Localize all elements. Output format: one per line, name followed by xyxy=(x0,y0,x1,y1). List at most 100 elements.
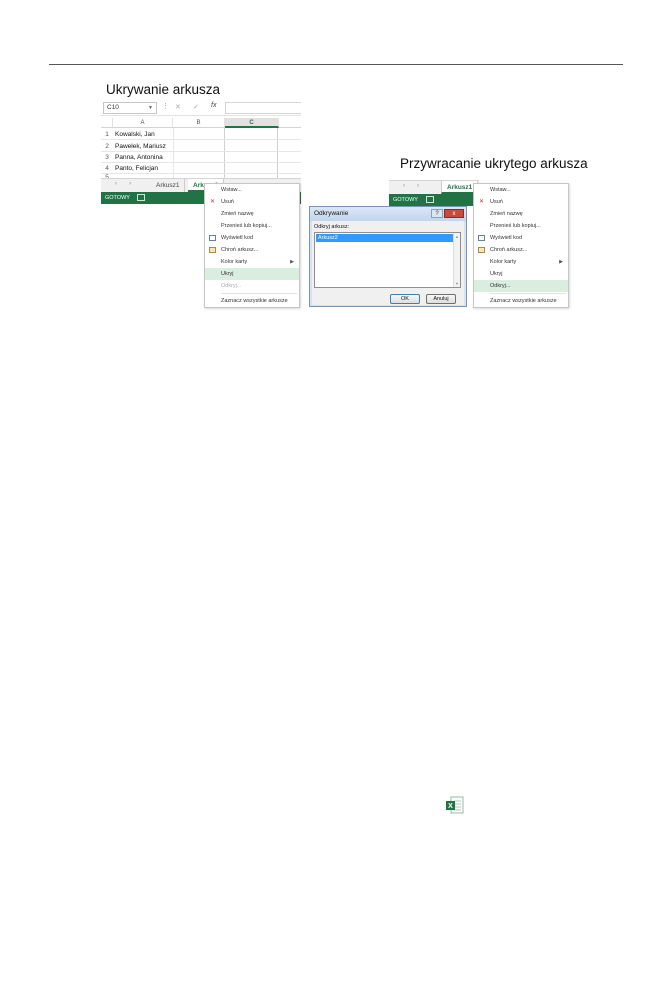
delete-sheet-icon: ✕ xyxy=(209,199,216,205)
protect-sheet-icon xyxy=(478,247,485,253)
select-all-corner[interactable] xyxy=(101,118,113,128)
scroll-right-icon[interactable]: › xyxy=(417,183,419,189)
list-scrollbar[interactable]: ▲ ▼ xyxy=(453,233,460,287)
context-menu-right: Wstaw... ✕ Usuń Zmień nazwę Przenieś lub … xyxy=(473,183,569,308)
help-button[interactable]: ? xyxy=(431,209,443,218)
scroll-right-icon[interactable]: › xyxy=(129,181,131,187)
menu-item-label: Ukryj xyxy=(490,271,503,277)
chevron-down-icon[interactable]: ▼ xyxy=(148,103,153,113)
cell-a1[interactable]: Kowalski, Jan xyxy=(115,129,155,140)
column-header-b[interactable]: B xyxy=(173,118,225,128)
cell-a3[interactable]: Panna, Antonina xyxy=(115,152,163,163)
excel-window-right: ‹ › Arkusz1 GOTOWY xyxy=(389,180,479,206)
table-row[interactable]: 3 Panna, Antonina xyxy=(101,152,301,163)
macro-record-icon[interactable] xyxy=(137,194,145,201)
menu-item-label: Ukryj xyxy=(221,271,234,277)
dialog-title: Odkrywanie xyxy=(314,210,349,217)
menu-item-insert[interactable]: Wstaw... xyxy=(205,184,299,196)
submenu-arrow-icon: ▶ xyxy=(290,259,294,265)
menu-item-move-copy[interactable]: Przenieś lub kopiuj... xyxy=(205,220,299,232)
protect-sheet-icon xyxy=(209,247,216,253)
menu-item-label: Kolor karty xyxy=(490,259,517,265)
unhide-dialog: Odkrywanie ? x Odkryj arkusz: Arkusz2 ▲ … xyxy=(309,206,467,307)
status-text: GOTOWY xyxy=(393,197,418,203)
menu-item-label: Zaznacz wszystkie arkusze xyxy=(221,298,288,304)
menu-item-label: Wstaw... xyxy=(490,187,511,193)
menu-item-select-all-sheets[interactable]: Zaznacz wszystkie arkusze xyxy=(474,295,568,307)
menu-item-move-copy[interactable]: Przenieś lub kopiuj... xyxy=(474,220,568,232)
scroll-down-icon[interactable]: ▼ xyxy=(455,281,459,286)
name-box[interactable]: C10 ▼ xyxy=(103,102,157,114)
table-row[interactable]: 4 Panto, Felicjan xyxy=(101,163,301,174)
menu-separator xyxy=(221,293,297,294)
svg-text:X: X xyxy=(448,803,453,810)
confirm-icon[interactable]: ✓ xyxy=(193,103,199,111)
heading-hiding-sheet: Ukrywanie arkusza xyxy=(106,82,221,97)
menu-item-label: Przenieś lub kopiuj... xyxy=(221,223,272,229)
status-text: GOTOWY xyxy=(105,195,130,201)
status-bar: GOTOWY xyxy=(389,194,479,206)
unhide-sheet-label: Odkryj arkusz: xyxy=(314,224,350,230)
excel-file-icon: X xyxy=(446,796,464,814)
row-number: 2 xyxy=(105,143,109,150)
view-code-icon xyxy=(478,235,485,241)
menu-item-hide[interactable]: Ukryj xyxy=(205,268,299,280)
menu-item-delete[interactable]: ✕ Usuń xyxy=(205,196,299,208)
cancel-button[interactable]: Anuluj xyxy=(426,294,456,304)
menu-item-label: Usuń xyxy=(490,199,503,205)
table-row[interactable]: 1 Kowalski, Jan xyxy=(101,129,301,140)
menu-item-label: Usuń xyxy=(221,199,234,205)
menu-item-label: Wyświetl kod xyxy=(221,235,254,241)
column-header-c[interactable]: C xyxy=(225,118,279,128)
menu-item-unhide: Odkryj... xyxy=(205,280,299,292)
menu-item-select-all-sheets[interactable]: Zaznacz wszystkie arkusze xyxy=(205,295,299,307)
formula-input[interactable] xyxy=(225,102,301,114)
scroll-up-icon[interactable]: ▲ xyxy=(455,234,459,239)
column-header-d[interactable] xyxy=(279,118,301,128)
menu-item-label: Wyświetl kod xyxy=(490,235,523,241)
cell-a4[interactable]: Panto, Felicjan xyxy=(115,163,158,174)
column-header-a[interactable]: A xyxy=(113,118,173,128)
view-code-icon xyxy=(209,235,216,241)
macro-record-icon[interactable] xyxy=(426,196,434,203)
menu-item-tab-color[interactable]: Kolor karty ▶ xyxy=(205,256,299,268)
menu-item-insert[interactable]: Wstaw... xyxy=(474,184,568,196)
menu-item-tab-color[interactable]: Kolor karty ▶ xyxy=(474,256,568,268)
scroll-left-icon[interactable]: ‹ xyxy=(403,183,405,189)
menu-item-protect-sheet[interactable]: Chroń arkusz... xyxy=(205,244,299,256)
menu-item-label: Kolor karty xyxy=(221,259,248,265)
ok-button[interactable]: OK xyxy=(390,294,420,304)
menu-item-hide[interactable]: Ukryj xyxy=(474,268,568,280)
more-icon: ⋮ xyxy=(162,103,169,110)
menu-item-label: Przenieś lub kopiuj... xyxy=(490,223,541,229)
delete-sheet-icon: ✕ xyxy=(478,199,485,205)
menu-item-label: Chroń arkusz... xyxy=(490,247,528,253)
sheet-tab-arkusz1[interactable]: Arkusz1 xyxy=(151,179,186,192)
menu-item-view-code[interactable]: Wyświetl kod xyxy=(474,232,568,244)
menu-item-label: Zaznacz wszystkie arkusze xyxy=(490,298,557,304)
menu-item-view-code[interactable]: Wyświetl kod xyxy=(205,232,299,244)
menu-item-rename[interactable]: Zmień nazwę xyxy=(205,208,299,220)
menu-item-protect-sheet[interactable]: Chroń arkusz... xyxy=(474,244,568,256)
close-button[interactable]: x xyxy=(444,209,464,218)
row-number: 1 xyxy=(105,131,109,138)
name-box-value: C10 xyxy=(107,104,119,111)
heading-restoring-sheet: Przywracanie ukrytego arkusza xyxy=(400,156,588,171)
menu-item-delete[interactable]: ✕ Usuń xyxy=(474,196,568,208)
menu-separator xyxy=(490,293,566,294)
cell-a2[interactable]: Pawełek, Mariusz xyxy=(115,141,166,152)
insert-function-icon[interactable]: fx xyxy=(211,102,216,109)
table-row[interactable]: 2 Pawełek, Mariusz xyxy=(101,141,301,152)
menu-item-unhide[interactable]: Odkryj... xyxy=(474,280,568,292)
menu-item-label: Wstaw... xyxy=(221,187,242,193)
scroll-left-icon[interactable]: ‹ xyxy=(115,181,117,187)
cancel-icon[interactable]: ✕ xyxy=(175,103,181,111)
dialog-body: Odkryj arkusz: Arkusz2 ▲ ▼ OK Anuluj xyxy=(312,221,464,305)
formula-bar: C10 ▼ ⋮ ✕ ✓ fx xyxy=(101,100,301,116)
menu-item-rename[interactable]: Zmień nazwę xyxy=(474,208,568,220)
menu-item-label: Chroń arkusz... xyxy=(221,247,259,253)
hidden-sheets-list[interactable]: Arkusz2 ▲ ▼ xyxy=(314,232,461,288)
context-menu-left: Wstaw... ✕ Usuń Zmień nazwę Przenieś lub … xyxy=(204,183,300,308)
list-item[interactable]: Arkusz2 xyxy=(316,234,453,242)
menu-item-label: Odkryj... xyxy=(221,283,242,289)
